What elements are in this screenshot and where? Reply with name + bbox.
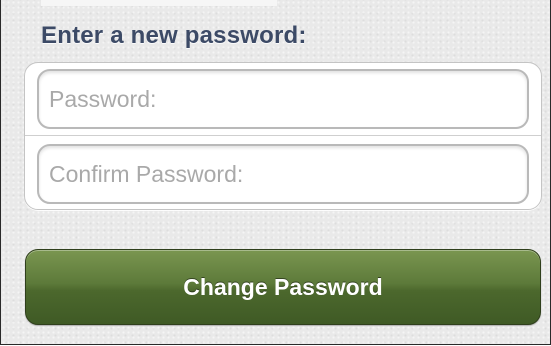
- password-field-group: [24, 62, 542, 210]
- confirm-password-input[interactable]: [37, 144, 529, 204]
- password-input[interactable]: [37, 69, 529, 129]
- top-strip: [41, 0, 277, 6]
- form-heading: Enter a new password:: [41, 22, 307, 49]
- change-password-button[interactable]: Change Password: [25, 249, 541, 325]
- field-divider: [25, 135, 541, 136]
- app-screen: Enter a new password: Change Password: [0, 0, 551, 345]
